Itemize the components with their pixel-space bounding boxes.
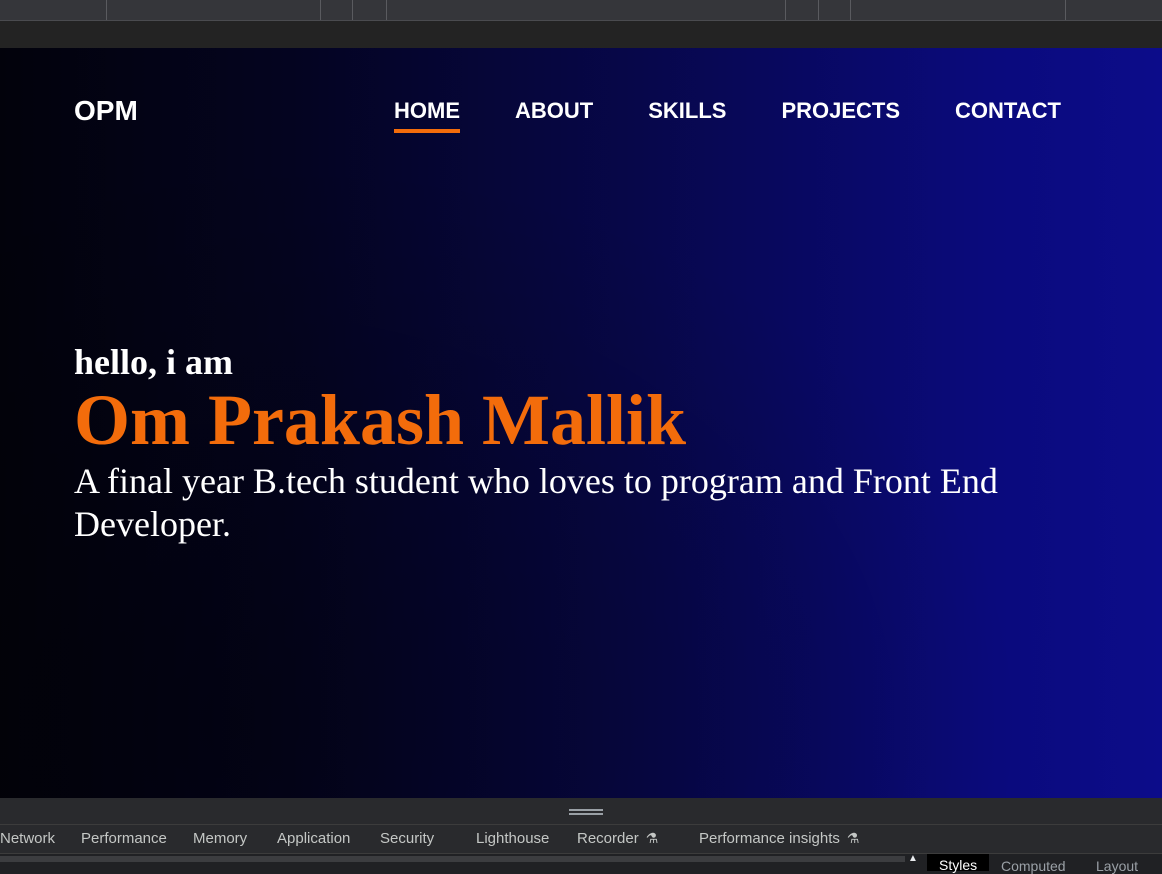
toolbar-divider	[320, 0, 321, 20]
devtools-tab-recorder[interactable]: Recorder ⚗	[577, 830, 658, 847]
hero-tagline: A final year B.tech student who loves to…	[74, 461, 998, 544]
toolbar-divider	[818, 0, 819, 20]
side-tab-computed[interactable]: Computed	[1001, 858, 1066, 874]
browser-toolbar	[0, 0, 1162, 21]
side-tab-layout[interactable]: Layout	[1096, 858, 1138, 874]
flask-icon: ⚗	[846, 830, 860, 846]
horizontal-scrollbar[interactable]	[0, 856, 905, 862]
devtools-panel: Network Performance Memory Application S…	[0, 798, 1162, 874]
devtools-tab-memory[interactable]: Memory	[193, 830, 247, 847]
toolbar-divider	[850, 0, 851, 20]
side-tab-styles[interactable]: Styles	[927, 854, 990, 873]
drag-handle-icon[interactable]	[569, 808, 603, 816]
toolbar-divider	[386, 0, 387, 20]
browser-strip	[0, 21, 1162, 48]
nav-contact[interactable]: CONTACT	[955, 98, 1061, 124]
nav-projects[interactable]: PROJECTS	[781, 98, 900, 124]
devtools-bottom-bar: ▲ Styles Computed Layout	[0, 854, 1162, 874]
flask-icon: ⚗	[645, 830, 659, 846]
hero-greeting: hello, i am	[74, 342, 233, 382]
devtools-tab-security[interactable]: Security	[380, 830, 434, 847]
devtools-tab-performance[interactable]: Performance	[81, 830, 167, 847]
triangle-up-icon[interactable]: ▲	[908, 854, 918, 864]
page-viewport: OPM HOME ABOUT SKILLS PROJECTS CONTACT h…	[0, 48, 1162, 798]
devtools-tab-network[interactable]: Network	[0, 830, 55, 847]
site-logo[interactable]: OPM	[74, 95, 138, 127]
hero-name: Om Prakash Mallik	[74, 380, 687, 460]
hero-section: hello, i am Om Prakash Mallik A final ye…	[74, 340, 1074, 546]
main-nav: HOME ABOUT SKILLS PROJECTS CONTACT	[394, 98, 1061, 133]
devtools-tab-application[interactable]: Application	[277, 830, 350, 847]
devtools-tab-lighthouse[interactable]: Lighthouse	[476, 830, 549, 847]
nav-home[interactable]: HOME	[394, 98, 460, 133]
devtools-tab-bar: Network Performance Memory Application S…	[0, 824, 1162, 854]
toolbar-divider	[785, 0, 786, 20]
nav-skills[interactable]: SKILLS	[648, 98, 726, 124]
devtools-tab-performance-insights[interactable]: Performance insights ⚗	[699, 830, 859, 847]
toolbar-divider	[352, 0, 353, 20]
nav-about[interactable]: ABOUT	[515, 98, 593, 124]
toolbar-divider	[1065, 0, 1066, 20]
toolbar-divider	[106, 0, 107, 20]
